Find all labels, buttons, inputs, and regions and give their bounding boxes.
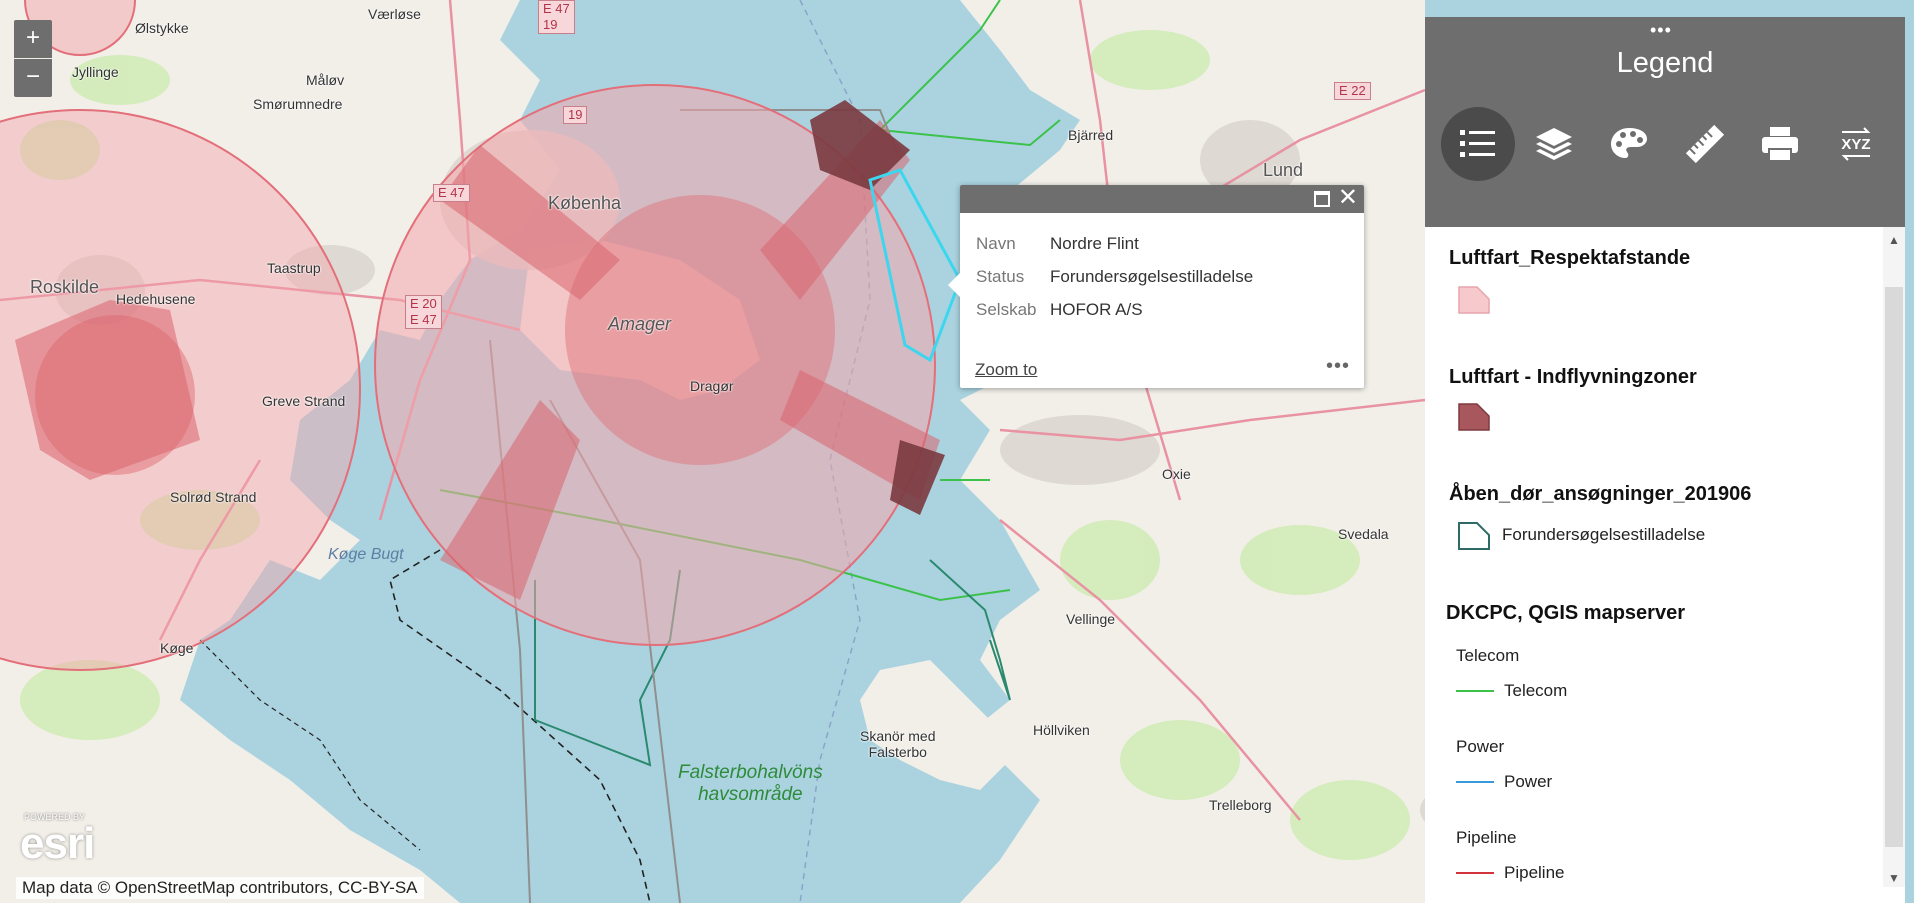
- road-shield: E 47 19: [538, 0, 575, 34]
- zoom-out-button[interactable]: −: [14, 59, 52, 97]
- popup-row: Status Forundersøgelsestilladelse: [976, 260, 1253, 293]
- water-label: Falsterbohalvöns havsområde: [678, 762, 823, 805]
- place-label: Skanör med Falsterbo: [860, 728, 936, 760]
- svg-text:XYZ: XYZ: [1841, 136, 1870, 153]
- legend-layer-title: Luftfart_Respektafstande: [1449, 247, 1691, 269]
- place-label: Ølstykke: [135, 20, 189, 36]
- place-label: Bjärred: [1068, 127, 1114, 143]
- legend-scrollbar[interactable]: ▲ ▼: [1883, 227, 1905, 887]
- legend-polygon-swatch: [1458, 522, 1490, 550]
- zoom-in-button[interactable]: +: [14, 20, 52, 58]
- legend-line-swatch: [1456, 781, 1494, 783]
- place-label: Lund: [1263, 160, 1304, 180]
- place-label: Køge: [160, 640, 194, 656]
- popup-field-value: Nordre Flint: [1050, 233, 1139, 253]
- place-label: Solrød Strand: [170, 489, 257, 505]
- legend-polygon-swatch: [1458, 403, 1490, 431]
- panel-title: Legend: [1616, 47, 1714, 79]
- place-label: Måløv: [306, 72, 345, 88]
- place-label: Værløse: [368, 6, 421, 22]
- popup-field-label: Status: [976, 266, 1025, 286]
- legend-item-label: Pipeline: [1504, 863, 1565, 882]
- popup-field-value: HOFOR A/S: [1050, 299, 1143, 319]
- road-shield: E 20 E 47: [405, 295, 442, 329]
- zoom-to-link[interactable]: Zoom to: [975, 360, 1037, 380]
- legend-polygon-swatch: [1458, 286, 1490, 314]
- place-label: Amager: [608, 314, 672, 334]
- popup-row: Selskab HOFOR A/S: [976, 293, 1253, 326]
- legend-body[interactable]: Luftfart_Respektafstande Luftfart - Indf…: [1425, 227, 1880, 903]
- road-shield: E 22: [1334, 82, 1371, 100]
- place-label: Hedehusene: [116, 291, 196, 307]
- place-label: Roskilde: [30, 277, 100, 297]
- drag-handle-icon[interactable]: •••: [1650, 21, 1672, 39]
- popup-attributes: Navn Nordre Flint Status Forundersøgelse…: [976, 227, 1253, 326]
- place-label: Trelleborg: [1209, 797, 1272, 813]
- scroll-down-icon[interactable]: ▼: [1888, 871, 1900, 885]
- print-icon[interactable]: [1743, 107, 1817, 181]
- place-label: Københa: [548, 193, 622, 213]
- place-label: Dragør: [690, 378, 734, 394]
- place-label: Taastrup: [267, 260, 321, 276]
- legend-group-label: Telecom: [1456, 646, 1520, 665]
- map-attribution: Map data © OpenStreetMap contributors, C…: [16, 877, 424, 899]
- place-label: Vellinge: [1066, 611, 1116, 627]
- place-label: Smørumnedre: [253, 96, 343, 112]
- panel-header: ••• Legend XYZ: [1425, 17, 1905, 227]
- place-label: Svedala: [1338, 526, 1389, 542]
- place-label: Oxie: [1162, 466, 1191, 482]
- place-label: Jyllinge: [72, 64, 119, 80]
- popup-field-label: Navn: [976, 233, 1016, 253]
- legend-group-label: Power: [1456, 737, 1505, 756]
- xyz-icon[interactable]: XYZ: [1819, 107, 1893, 181]
- layers-icon[interactable]: [1517, 107, 1591, 181]
- scroll-up-icon[interactable]: ▲: [1888, 233, 1900, 247]
- popup-header: ✕: [960, 185, 1364, 213]
- legend-layer-title: DKCPC, QGIS mapserver: [1446, 602, 1685, 624]
- place-label: Greve Strand: [262, 393, 346, 409]
- legend-group-label: Pipeline: [1456, 828, 1517, 847]
- legend-item-label: Power: [1504, 772, 1553, 791]
- popup-pointer: [948, 273, 960, 297]
- close-icon[interactable]: ✕: [1338, 186, 1358, 210]
- legend-panel: ••• Legend XYZ Luftfart_Respektafstande …: [1425, 17, 1905, 903]
- legend-line-swatch: [1456, 690, 1494, 692]
- road-shield: E 47: [433, 184, 470, 202]
- legend-item-label: Telecom: [1504, 681, 1568, 700]
- feature-popup: ✕ Navn Nordre Flint Status Forundersøgel…: [948, 185, 1364, 388]
- water-label: Køge Bugt: [328, 546, 404, 563]
- popup-field-value: Forundersøgelsestilladelse: [1050, 266, 1254, 286]
- ruler-icon[interactable]: [1668, 107, 1742, 181]
- esri-logo: esri: [20, 819, 95, 868]
- scrollbar-thumb[interactable]: [1885, 287, 1903, 847]
- more-actions-button[interactable]: •••: [1326, 355, 1350, 378]
- popup-field-label: Selskab: [976, 299, 1037, 319]
- palette-icon[interactable]: [1592, 107, 1666, 181]
- legend-icon[interactable]: [1441, 107, 1515, 181]
- road-shield: 19: [563, 106, 588, 124]
- popup-row: Navn Nordre Flint: [976, 227, 1253, 260]
- legend-layer-title: Åben_dør_ansøgninger_201906: [1449, 483, 1752, 505]
- legend-item-label: Forundersøgelsestilladelse: [1502, 525, 1706, 544]
- maximize-icon[interactable]: [1314, 191, 1330, 207]
- place-label: Höllviken: [1033, 722, 1090, 738]
- legend-layer-title: Luftfart - Indflyvningzoner: [1449, 366, 1697, 388]
- legend-line-swatch: [1456, 872, 1494, 874]
